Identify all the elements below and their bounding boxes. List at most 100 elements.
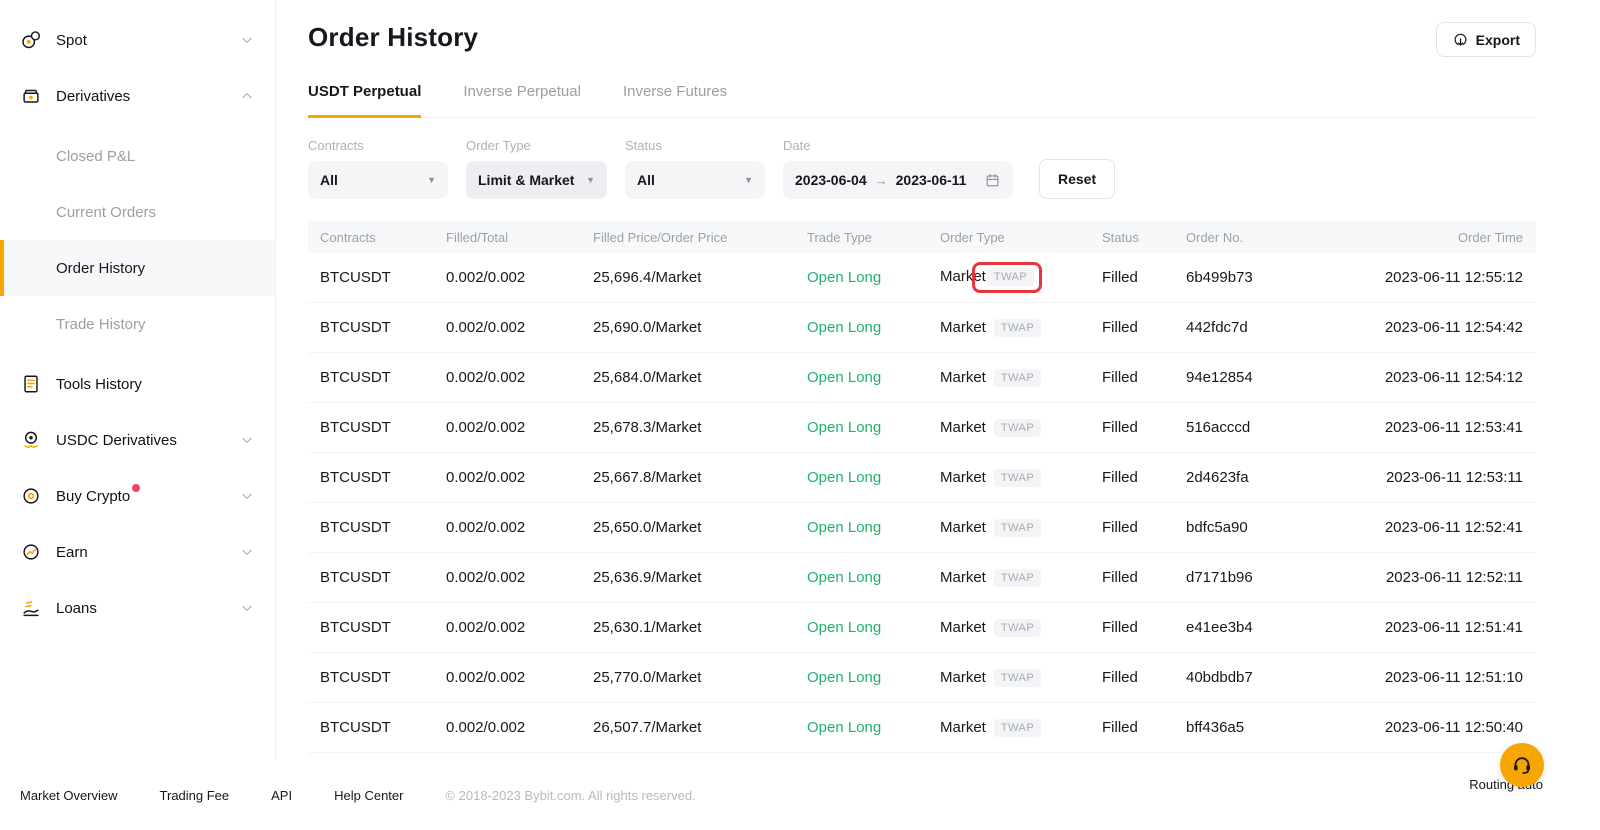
cell-status: Filled: [1090, 569, 1174, 586]
column-header-filled-price: Filled Price/Order Price: [581, 230, 795, 245]
order-type-text: Market: [940, 719, 986, 736]
sidebar-item-derivatives[interactable]: Derivatives: [0, 72, 275, 120]
chevron-down-icon: [239, 544, 255, 560]
table-row: BTCUSDT 0.002/0.002 26,507.7/Market Open…: [308, 703, 1536, 753]
sidebar-item-earn[interactable]: Earn: [0, 528, 275, 576]
table-header: Contracts Filled/Total Filled Price/Orde…: [308, 221, 1536, 253]
twap-tag-wrap: TWAP: [986, 619, 1041, 637]
footer-link-trading-fee[interactable]: Trading Fee: [160, 788, 230, 803]
page-title: Order History: [308, 22, 478, 53]
cell-trade-type: Open Long: [795, 619, 928, 636]
twap-tag-wrap: TWAP: [986, 669, 1041, 687]
cell-order-no: 40bdbdb7: [1174, 669, 1368, 686]
cell-filled-price: 25,667.8/Market: [581, 469, 795, 486]
twap-badge: TWAP: [994, 519, 1041, 537]
reset-button[interactable]: Reset: [1039, 159, 1115, 199]
date-from: 2023-06-04: [795, 172, 867, 188]
cell-filled-total: 0.002/0.002: [434, 469, 581, 486]
twap-tag-wrap: TWAP: [972, 262, 1042, 293]
cell-filled-total: 0.002/0.002: [434, 369, 581, 386]
tab-bar: USDT Perpetual Inverse Perpetual Inverse…: [308, 83, 1536, 118]
twap-tag-wrap: TWAP: [986, 469, 1041, 487]
column-header-filled-total: Filled/Total: [434, 230, 581, 245]
sidebar-item-loans[interactable]: Loans: [0, 584, 275, 632]
date-range-picker[interactable]: 2023-06-04 → 2023-06-11: [783, 161, 1013, 199]
export-button[interactable]: Export: [1436, 22, 1536, 57]
sidebar-subitem-trade-history[interactable]: Trade History: [0, 296, 275, 352]
cell-order-type: MarketTWAP: [928, 619, 1090, 637]
cell-filled-total: 0.002/0.002: [434, 669, 581, 686]
content-row: Spot Derivatives Closed P&L Current Orde…: [0, 0, 1600, 760]
cell-order-time: 2023-06-11 12:51:10: [1368, 669, 1536, 686]
twap-badge: TWAP: [994, 569, 1041, 587]
chevron-down-icon: [239, 488, 255, 504]
order-type-text: Market: [940, 319, 986, 336]
column-header-order-time: Order Time: [1368, 230, 1536, 245]
cell-status: Filled: [1090, 419, 1174, 436]
sidebar-subitem-current-orders[interactable]: Current Orders: [0, 184, 275, 240]
cell-contract: BTCUSDT: [308, 569, 434, 586]
sidebar-item-usdc-derivatives[interactable]: USDC Derivatives: [0, 416, 275, 464]
cell-trade-type: Open Long: [795, 719, 928, 736]
selected-value: All: [637, 172, 655, 188]
tab-inverse-perpetual[interactable]: Inverse Perpetual: [463, 83, 581, 118]
sidebar: Spot Derivatives Closed P&L Current Orde…: [0, 0, 276, 760]
twap-badge: TWAP: [994, 619, 1041, 637]
cell-order-type: MarketTWAP: [928, 262, 1090, 293]
table-row: BTCUSDT 0.002/0.002 25,770.0/Market Open…: [308, 653, 1536, 703]
cell-order-no: e41ee3b4: [1174, 619, 1368, 636]
order-type-text: Market: [940, 519, 986, 536]
cell-order-type: MarketTWAP: [928, 419, 1090, 437]
footer-link-help-center[interactable]: Help Center: [334, 788, 403, 803]
arrow-right-icon: →: [875, 173, 888, 188]
cell-filled-price: 25,650.0/Market: [581, 519, 795, 536]
tab-usdt-perpetual[interactable]: USDT Perpetual: [308, 83, 421, 118]
tab-inverse-futures[interactable]: Inverse Futures: [623, 83, 727, 118]
derivatives-icon: [20, 85, 42, 107]
column-header-contracts: Contracts: [308, 230, 434, 245]
sidebar-item-buy-crypto[interactable]: Buy Crypto: [0, 472, 275, 520]
contracts-select[interactable]: All ▼: [308, 161, 448, 199]
date-to: 2023-06-11: [896, 172, 967, 188]
sidebar-subitem-closed-pnl[interactable]: Closed P&L: [0, 128, 275, 184]
footer-link-api[interactable]: API: [271, 788, 292, 803]
twap-badge: TWAP: [987, 268, 1034, 286]
chevron-up-icon: [239, 88, 255, 104]
order-type-text: Market: [940, 569, 986, 586]
sidebar-item-label: Spot: [56, 32, 87, 49]
column-header-trade-type: Trade Type: [795, 230, 928, 245]
twap-tag-wrap: TWAP: [986, 719, 1041, 737]
twap-badge: TWAP: [994, 669, 1041, 687]
sidebar-subitem-order-history[interactable]: Order History: [0, 240, 275, 296]
cell-order-no: bff436a5: [1174, 719, 1368, 736]
cell-status: Filled: [1090, 669, 1174, 686]
buy-crypto-icon: [20, 485, 42, 507]
cell-status: Filled: [1090, 719, 1174, 736]
order-type-select[interactable]: Limit & Market ▼: [466, 161, 607, 199]
cell-contract: BTCUSDT: [308, 619, 434, 636]
support-button[interactable]: [1500, 743, 1544, 787]
copyright-text: © 2018-2023 Bybit.com. All rights reserv…: [445, 788, 695, 803]
cell-filled-total: 0.002/0.002: [434, 569, 581, 586]
table-row: BTCUSDT 0.002/0.002 25,630.1/Market Open…: [308, 603, 1536, 653]
table-row: BTCUSDT 0.002/0.002 25,696.4/Market Open…: [308, 253, 1536, 303]
usdc-derivatives-icon: [20, 429, 42, 451]
twap-tag-wrap: TWAP: [986, 319, 1041, 337]
filter-date: Date 2023-06-04 → 2023-06-11: [783, 138, 1013, 199]
table-row: BTCUSDT 0.002/0.002 25,678.3/Market Open…: [308, 403, 1536, 453]
twap-badge: TWAP: [994, 419, 1041, 437]
sidebar-item-tools-history[interactable]: Tools History: [0, 360, 275, 408]
cell-order-no: 94e12854: [1174, 369, 1368, 386]
twap-badge: TWAP: [994, 369, 1041, 387]
status-select[interactable]: All ▼: [625, 161, 765, 199]
twap-badge: TWAP: [994, 319, 1041, 337]
cell-order-type: MarketTWAP: [928, 469, 1090, 487]
sidebar-item-spot[interactable]: Spot: [0, 16, 275, 64]
caret-down-icon: ▼: [417, 175, 436, 185]
order-history-table: Contracts Filled/Total Filled Price/Orde…: [308, 221, 1536, 753]
selected-value: Limit & Market: [478, 172, 574, 188]
cell-order-no: bdfc5a90: [1174, 519, 1368, 536]
footer-link-market-overview[interactable]: Market Overview: [20, 788, 118, 803]
cell-filled-total: 0.002/0.002: [434, 719, 581, 736]
cell-status: Filled: [1090, 619, 1174, 636]
